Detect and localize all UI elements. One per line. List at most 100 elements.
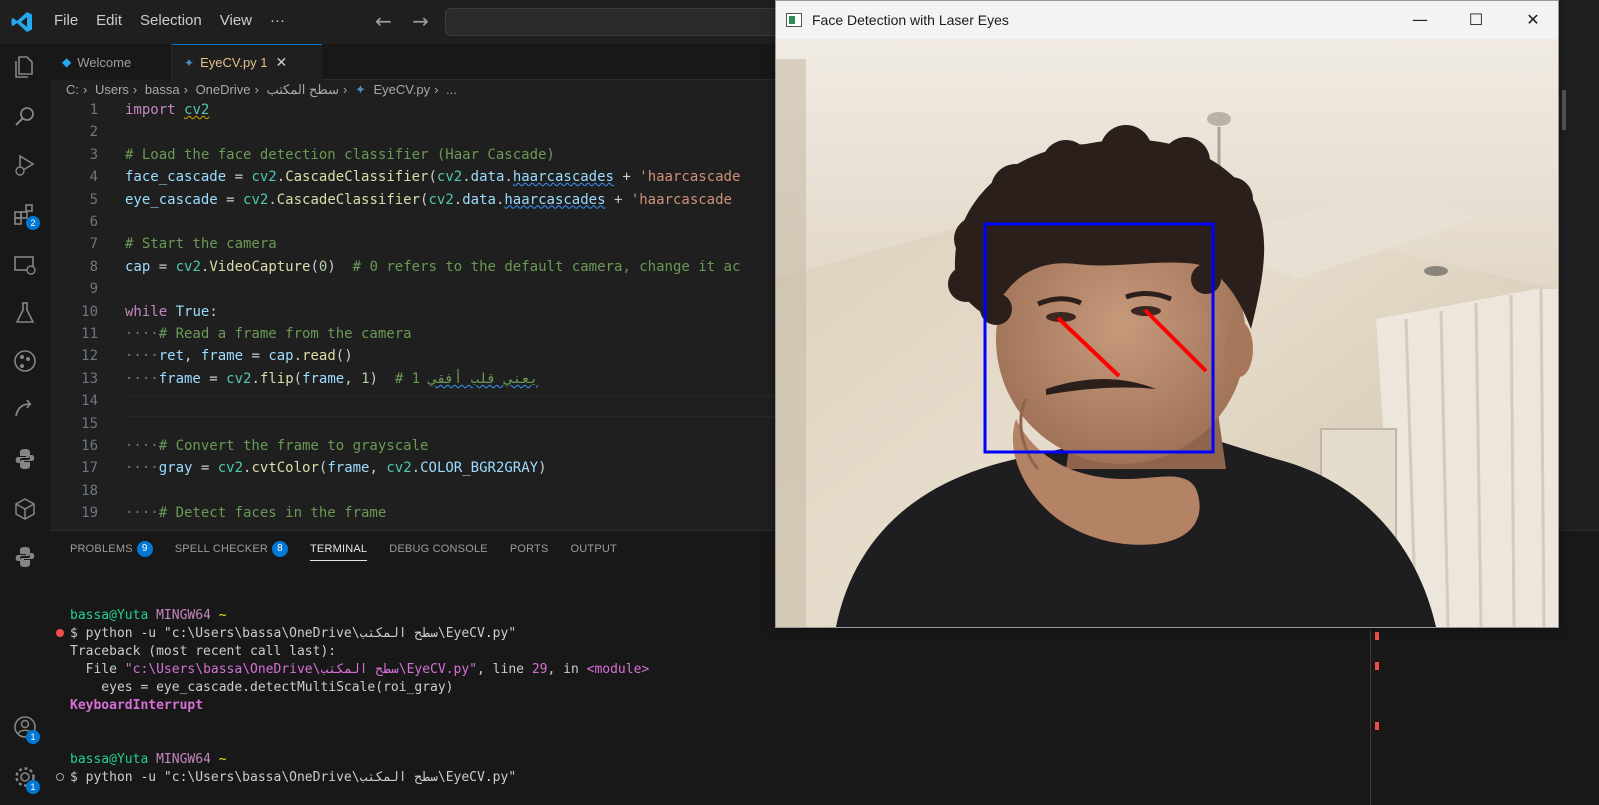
command-failed-icon[interactable] <box>56 629 64 637</box>
chevron-right-icon: › <box>342 82 348 97</box>
terminal-line[interactable]: eyes = eye_cascade.detectMultiScale(roi_… <box>70 680 453 695</box>
code-line[interactable]: 6 <box>50 214 778 236</box>
code-line[interactable]: 10 while True: <box>50 304 778 326</box>
code-line[interactable]: 4 face_cascade = cv2.CascadeClassifier(cv… <box>50 169 778 191</box>
panel-tabs: PROBLEMS 9 SPELL CHECKER 8 TERMINAL DEBUG CON… <box>70 537 639 561</box>
error-marker <box>1375 722 1379 730</box>
command-center-search[interactable] <box>445 8 795 36</box>
code-line[interactable]: 2 <box>50 124 778 146</box>
code-line[interactable]: 7 # Start the camera <box>50 236 778 258</box>
terminal-line[interactable]: bassa@Yuta MINGW64 ~ <box>70 608 227 623</box>
breadcrumb-item[interactable]: OneDrive <box>196 82 251 97</box>
line-number: 7 <box>89 236 98 253</box>
breadcrumb-item[interactable]: ... <box>446 82 457 97</box>
code-line[interactable]: 14 <box>50 393 778 415</box>
panel-tab-output[interactable]: OUTPUT <box>571 537 617 561</box>
code-line[interactable]: 12 ····ret, frame = cap.read() <box>50 348 778 370</box>
chevron-right-icon: › <box>83 82 88 97</box>
line-number: 1 <box>89 102 98 118</box>
line-number: 2 <box>89 124 98 141</box>
close-icon[interactable]: ✕ <box>276 54 288 71</box>
code-line[interactable]: 18 <box>50 483 778 505</box>
code-line[interactable]: 11 ····# Read a frame from the camera <box>50 326 778 348</box>
tab-eyecv[interactable]: ✦ EyeCV.py 1 ✕ <box>172 44 322 80</box>
terminal-line[interactable]: $ python -u "c:\Users\bassa\OneDrive\سطح… <box>70 770 516 785</box>
breadcrumb-item[interactable]: EyeCV.py <box>373 82 430 97</box>
menu-selection[interactable]: Selection <box>140 12 202 29</box>
screen: File Edit Selection View ··· ← → 2 1 1 ◆… <box>0 0 1599 805</box>
terminal-line[interactable]: File "c:\Users\bassa\OneDrive\سطح المكتب… <box>70 662 650 677</box>
editor-tabs: ◆ Welcome ✦ EyeCV.py 1 ✕ <box>50 44 790 80</box>
code-text: cap = cv2.VideoCapture(0) # 0 refers to … <box>125 258 741 275</box>
activity-bar: 2 1 1 <box>0 44 50 805</box>
editor-scrollbar[interactable] <box>1562 90 1566 130</box>
vscode-logo-icon <box>11 12 32 32</box>
panel-tab-problems[interactable]: PROBLEMS 9 <box>70 537 153 561</box>
terminal-line[interactable]: $ python -u "c:\Users\bassa\OneDrive\سطح… <box>70 626 516 641</box>
terminal-scrollbar[interactable] <box>1370 630 1371 805</box>
extensions-badge: 2 <box>26 216 40 230</box>
code-text: # Load the face detection classifier (Ha… <box>125 146 555 163</box>
line-number: 13 <box>81 370 98 387</box>
accounts-badge: 1 <box>26 730 40 744</box>
line-number: 12 <box>81 348 98 365</box>
code-editor[interactable]: 1 import cv2 2 3 # Load the face detection c… <box>50 100 778 530</box>
line-number: 18 <box>81 482 98 499</box>
code-line[interactable]: 8 cap = cv2.VideoCapture(0) # 0 refers to… <box>50 259 778 281</box>
terminal-line[interactable]: Traceback (most recent call last): <box>70 644 336 659</box>
close-window-icon[interactable]: ✕ <box>1521 9 1545 31</box>
breadcrumb: C: › Users › bassa › OneDrive › سطح المكتب › … <box>66 82 461 98</box>
camera-feed <box>776 39 1558 627</box>
package-box-icon[interactable] <box>12 496 38 522</box>
code-line[interactable]: 1 import cv2 <box>50 102 778 124</box>
error-marker <box>1375 662 1379 670</box>
maximize-icon[interactable]: ☐ <box>1464 9 1488 31</box>
menu-view[interactable]: View <box>220 12 252 29</box>
back-arrow-icon[interactable]: ← <box>375 9 392 33</box>
code-text: ····ret, frame = cap.read() <box>125 348 353 365</box>
menu-edit[interactable]: Edit <box>96 12 122 29</box>
code-line[interactable]: 15 <box>50 416 778 438</box>
line-number: 9 <box>89 281 98 298</box>
python-env-icon[interactable] <box>12 544 38 570</box>
command-running-icon[interactable] <box>56 773 64 781</box>
panel-tab-debug-console[interactable]: DEBUG CONSOLE <box>389 537 488 561</box>
menu-file[interactable]: File <box>54 12 78 29</box>
source-control-icon[interactable] <box>12 348 38 374</box>
camera-window[interactable]: Face Detection with Laser Eyes — ☐ ✕ <box>775 0 1559 628</box>
code-line[interactable]: 3 # Load the face detection classifier (H… <box>50 147 778 169</box>
code-line[interactable]: 16 ····# Convert the frame to grayscale <box>50 438 778 460</box>
panel-tab-terminal[interactable]: TERMINAL <box>310 537 368 561</box>
terminal-line[interactable]: bassa@Yuta MINGW64 ~ <box>70 752 227 767</box>
breadcrumb-item[interactable]: سطح المكتب <box>266 82 339 97</box>
line-number: 4 <box>89 169 98 186</box>
search-icon[interactable] <box>12 104 38 130</box>
camera-window-title: Face Detection with Laser Eyes <box>812 12 1009 28</box>
explorer-icon[interactable] <box>12 54 38 80</box>
code-line[interactable]: 17 ····gray = cv2.cvtColor(frame, cv2.COL… <box>50 460 778 482</box>
menu-more[interactable]: ··· <box>270 12 285 29</box>
run-debug-icon[interactable] <box>12 152 38 178</box>
manage-badge: 1 <box>26 780 40 794</box>
code-line[interactable]: 5 eye_cascade = cv2.CascadeClassifier(cv2… <box>50 192 778 214</box>
code-line[interactable]: 19 ····# Detect faces in the frame <box>50 505 778 527</box>
breadcrumb-item[interactable]: bassa <box>145 82 180 97</box>
breadcrumb-item[interactable]: Users <box>95 82 129 97</box>
panel-tab-ports[interactable]: PORTS <box>510 537 549 561</box>
code-line[interactable]: 9 <box>50 281 778 303</box>
panel-tab-spell-checker[interactable]: SPELL CHECKER 8 <box>175 537 289 561</box>
minimize-icon[interactable]: — <box>1408 9 1432 31</box>
terminal-line[interactable]: KeyboardInterrupt <box>70 698 203 713</box>
code-line[interactable]: 13 ····frame = cv2.flip(frame, 1) # 1 يعن… <box>50 371 778 393</box>
tab-welcome[interactable]: ◆ Welcome <box>50 44 172 80</box>
error-marker <box>1375 632 1379 640</box>
tab-eyecv-label: EyeCV.py 1 <box>200 55 268 70</box>
forward-arrow-icon[interactable]: → <box>412 9 429 33</box>
breadcrumb-item[interactable]: C: <box>66 82 79 97</box>
live-share-icon[interactable] <box>12 396 38 422</box>
testing-flask-icon[interactable] <box>12 300 38 326</box>
python-icon[interactable] <box>12 446 38 472</box>
panel-tab-badge: 8 <box>272 541 289 557</box>
camera-window-titlebar[interactable]: Face Detection with Laser Eyes — ☐ ✕ <box>776 1 1558 39</box>
remote-explorer-icon[interactable] <box>12 252 38 278</box>
